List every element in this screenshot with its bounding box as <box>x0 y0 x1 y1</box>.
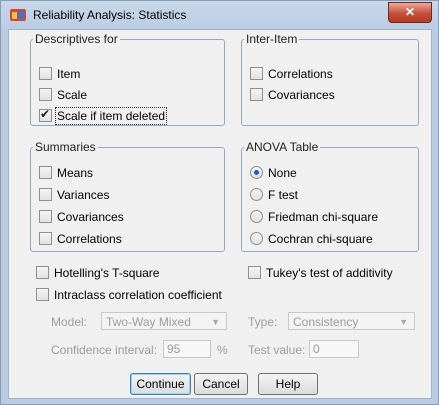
item-checkbox-label: Item <box>57 67 81 81</box>
cancel-button[interactable]: Cancel <box>194 373 248 395</box>
inter-item-legend: Inter-Item <box>246 32 298 46</box>
checkbox-summaries-correlations[interactable]: Correlations <box>39 232 122 248</box>
model-dropdown-value: Two-Way Mixed <box>106 315 191 329</box>
checkbox-summaries-covariances[interactable]: Covariances <box>39 210 124 226</box>
close-icon: ✕ <box>404 5 416 19</box>
type-dropdown[interactable]: Consistency ▼ <box>288 312 415 330</box>
variances-label: Variances <box>57 188 110 202</box>
tukey-checkbox-box[interactable] <box>248 266 261 280</box>
checkbox-intraclass[interactable]: Intraclass correlation coefficient <box>36 288 222 304</box>
checkbox-hotelling[interactable]: Hotelling's T-square <box>36 266 159 282</box>
radio-friedman[interactable]: Friedman chi-square <box>250 210 378 226</box>
percent-unit: % <box>217 343 228 357</box>
checkbox-scale-if-item-deleted[interactable]: Scale if item deleted <box>39 107 168 125</box>
test-value-input[interactable]: 0 <box>309 340 359 358</box>
descriptives-legend: Descriptives for <box>35 32 118 46</box>
chevron-down-icon: ▼ <box>399 317 408 327</box>
item-checkbox-box[interactable] <box>39 67 52 81</box>
summaries-correlations-box[interactable] <box>39 232 52 246</box>
variances-checkbox-box[interactable] <box>39 188 52 202</box>
friedman-radio-button[interactable] <box>250 210 263 224</box>
friedman-label: Friedman chi-square <box>268 210 379 224</box>
help-button[interactable]: Help <box>258 373 318 395</box>
means-checkbox-box[interactable] <box>39 166 52 180</box>
f-test-radio-button[interactable] <box>250 188 263 202</box>
summaries-covariances-box[interactable] <box>39 210 52 224</box>
type-dropdown-value: Consistency <box>293 315 359 329</box>
type-label: Type: <box>248 315 278 329</box>
summaries-covariances-label: Covariances <box>57 210 124 224</box>
means-label: Means <box>57 166 94 180</box>
test-value-label: Test value: <box>248 343 306 357</box>
scale-if-item-deleted-label: Scale if item deleted <box>54 107 168 125</box>
confidence-interval-label: Confidence interval: <box>51 343 158 357</box>
continue-button[interactable]: Continue <box>130 373 191 395</box>
checkbox-variances[interactable]: Variances <box>39 188 109 204</box>
spss-app-icon <box>10 9 26 21</box>
anova-table-legend: ANOVA Table <box>246 140 319 154</box>
summaries-correlations-label: Correlations <box>57 232 122 246</box>
tukey-label: Tukey's test of additivity <box>266 266 393 280</box>
radio-none[interactable]: None <box>250 166 297 182</box>
window-title: Reliability Analysis: Statistics <box>33 8 187 22</box>
model-label: Model: <box>51 315 88 329</box>
summaries-legend: Summaries <box>35 140 96 154</box>
scale-if-item-deleted-checkbox-box[interactable] <box>39 107 52 123</box>
intraclass-checkbox-box[interactable] <box>36 288 49 302</box>
checkbox-inter-item-correlations[interactable]: Correlations <box>250 67 333 83</box>
scale-checkbox-box[interactable] <box>39 88 52 102</box>
cochran-radio-button[interactable] <box>250 232 263 246</box>
f-test-label: F test <box>268 188 299 202</box>
confidence-interval-input[interactable]: 95 <box>163 340 211 358</box>
checkbox-item[interactable]: Item <box>39 67 80 83</box>
intraclass-label: Intraclass correlation coefficient <box>54 288 222 302</box>
none-radio-button[interactable] <box>250 166 263 180</box>
checkbox-means[interactable]: Means <box>39 166 93 182</box>
none-label: None <box>268 166 297 180</box>
inter-item-covariances-box[interactable] <box>250 88 263 102</box>
dialog-body: Descriptives for Item Scale Scale if ite… <box>8 29 432 399</box>
checkbox-tukey[interactable]: Tukey's test of additivity <box>248 266 393 282</box>
dialog-window: Reliability Analysis: Statistics ✕ Descr… <box>0 0 439 405</box>
model-dropdown[interactable]: Two-Way Mixed ▼ <box>101 312 227 330</box>
inter-item-correlations-label: Correlations <box>268 67 333 81</box>
radio-f-test[interactable]: F test <box>250 188 298 204</box>
checkbox-scale[interactable]: Scale <box>39 88 87 104</box>
hotelling-checkbox-box[interactable] <box>36 266 49 280</box>
scale-checkbox-label: Scale <box>57 88 88 102</box>
chevron-down-icon: ▼ <box>211 317 220 327</box>
cochran-label: Cochran chi-square <box>268 232 373 246</box>
title-bar[interactable]: Reliability Analysis: Statistics ✕ <box>1 1 438 29</box>
hotelling-label: Hotelling's T-square <box>54 266 160 280</box>
close-button[interactable]: ✕ <box>388 2 432 23</box>
inter-item-correlations-box[interactable] <box>250 67 263 81</box>
inter-item-covariances-label: Covariances <box>268 88 335 102</box>
checkbox-inter-item-covariances[interactable]: Covariances <box>250 88 335 104</box>
radio-cochran[interactable]: Cochran chi-square <box>250 232 373 248</box>
